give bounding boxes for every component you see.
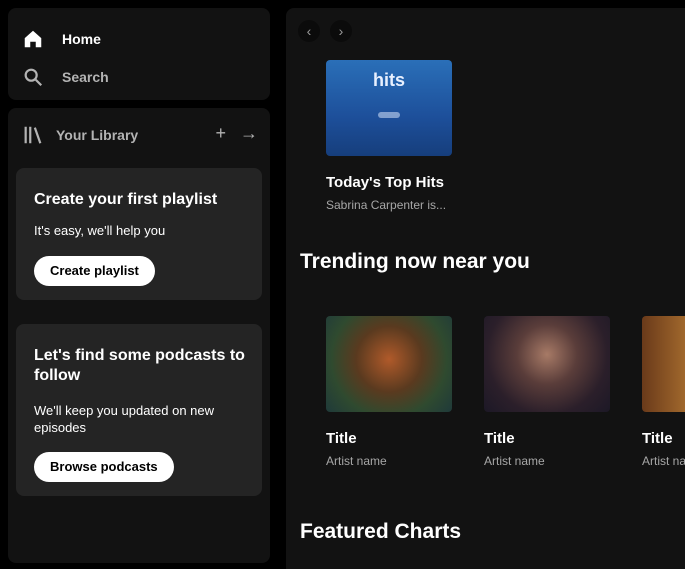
chevron-left-icon[interactable]: ‹: [298, 20, 320, 42]
card-title: Title: [642, 430, 673, 447]
section-title-featured-charts[interactable]: Featured Charts: [300, 520, 461, 544]
card-subtitle: Sabrina Carpenter is...: [326, 198, 447, 212]
nav-home[interactable]: Home: [22, 28, 101, 50]
trending-card[interactable]: Title Artist name: [314, 304, 464, 494]
arrow-right-icon[interactable]: →: [240, 122, 258, 144]
card-subtitle: Artist name: [642, 454, 685, 468]
create-playlist-button[interactable]: Create playlist: [34, 256, 155, 286]
cover-text: hits: [372, 70, 405, 90]
card-subtitle: Artist name: [484, 454, 545, 468]
library-actions: + →: [215, 122, 258, 144]
promo-title: Create your first playlist: [34, 191, 218, 208]
trending-card[interactable]: Title Artist name: [630, 304, 685, 494]
card-title: Today's Top Hits: [326, 174, 445, 191]
main-content: ‹ › hits Today's Top Hits Sabrina Carpen…: [286, 8, 685, 569]
playlist-cover: hits: [326, 60, 452, 156]
promo-body: It's easy, we'll help you: [34, 223, 166, 238]
plus-icon[interactable]: +: [215, 122, 226, 144]
browse-podcasts-button[interactable]: Browse podcasts: [34, 452, 174, 482]
library-label: Your Library: [56, 127, 139, 143]
library-icon: [24, 126, 42, 144]
chevron-right-icon[interactable]: ›: [330, 20, 352, 42]
history-nav: ‹ ›: [298, 20, 352, 42]
podcasts-card: Let's find some podcasts to follow We'll…: [16, 324, 262, 496]
album-cover: [484, 316, 610, 412]
sidebar-nav: Home Search: [8, 8, 270, 100]
card-subtitle: Artist name: [326, 454, 387, 468]
promo-title: Let's find some podcasts to follow: [34, 347, 245, 384]
search-icon: [24, 68, 43, 87]
nav-search[interactable]: Search: [22, 66, 109, 88]
album-cover: [642, 316, 685, 412]
home-icon: [24, 30, 42, 48]
nav-search-label: Search: [62, 69, 109, 85]
sidebar: Home Search Your Library + → Create your…: [0, 0, 278, 569]
nav-home-label: Home: [62, 31, 101, 47]
create-playlist-card: Create your first playlist It's easy, we…: [16, 168, 262, 300]
promo-body: We'll keep you updated on new episodes: [34, 403, 215, 435]
playlist-card[interactable]: hits Today's Top Hits Sabrina Carpenter …: [314, 48, 464, 238]
section-title-trending[interactable]: Trending now near you: [300, 250, 530, 274]
library-panel: Your Library + → Create your first playl…: [8, 108, 270, 563]
card-title: Title: [484, 430, 515, 447]
library-button[interactable]: Your Library: [22, 124, 138, 146]
trending-card[interactable]: Title Artist name: [472, 304, 622, 494]
album-cover: [326, 316, 452, 412]
card-title: Title: [326, 430, 357, 447]
cover-graphic: [378, 112, 400, 118]
